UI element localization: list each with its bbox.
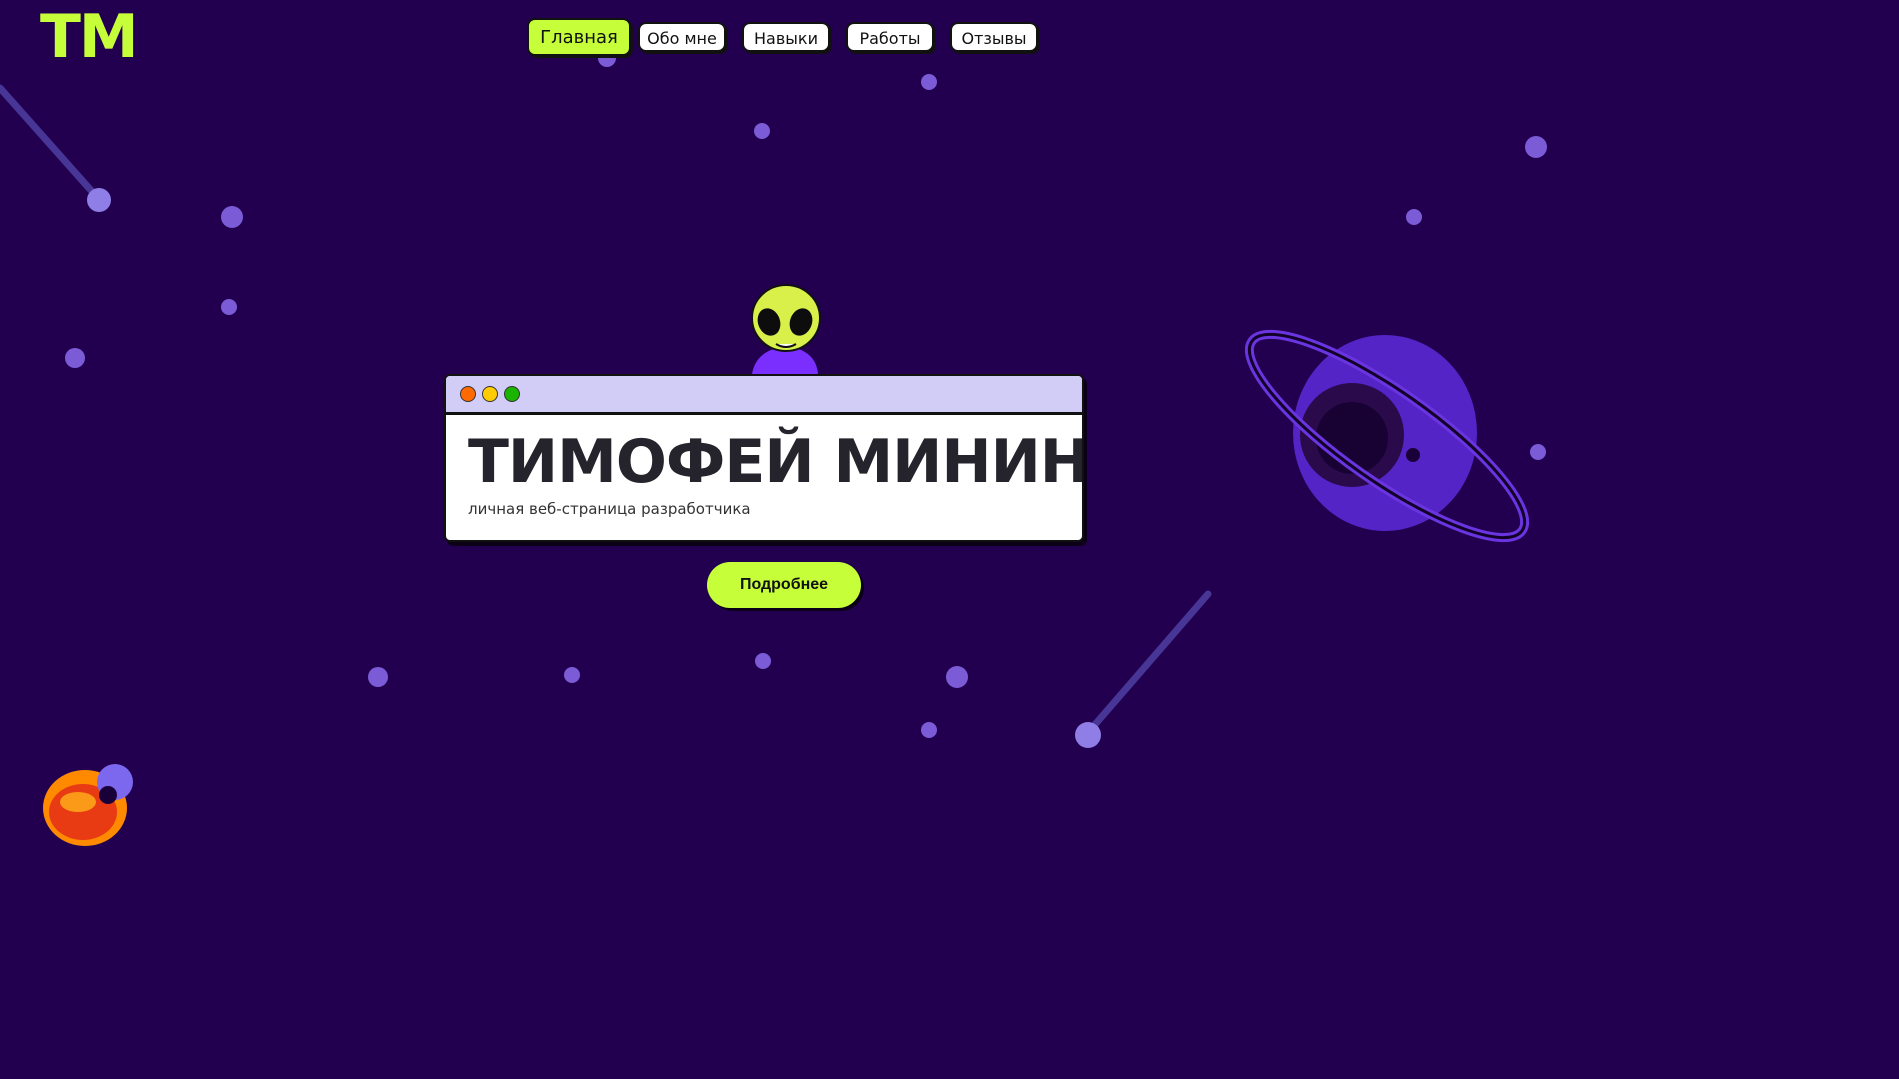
comet-icon <box>1075 590 1212 748</box>
close-dot-icon <box>460 386 476 402</box>
nav-item-works[interactable]: Работы <box>846 22 934 52</box>
hero-title: ТИМОФЕЙ МИНИН <box>468 427 1084 497</box>
comet-icon <box>0 84 111 212</box>
hero-scene: ТМ Главная Обо мне Навыки Работы Отзывы … <box>0 0 1568 891</box>
hero-subtitle: личная веб-страница разработчика <box>468 500 751 518</box>
nav-item-skills[interactable]: Навыки <box>742 22 830 52</box>
minimize-dot-icon <box>482 386 498 402</box>
nav-item-home[interactable]: Главная <box>527 18 631 56</box>
nav-item-about[interactable]: Обо мне <box>638 22 726 52</box>
ringed-planet-icon <box>1244 329 1530 543</box>
main-nav: Главная Обо мне Навыки Работы Отзывы <box>0 0 1568 60</box>
hero-window: ТИМОФЕЙ МИНИН личная веб-страница разраб… <box>444 374 1084 542</box>
more-button[interactable]: Подробнее <box>707 562 861 608</box>
nav-item-reviews[interactable]: Отзывы <box>950 22 1038 52</box>
alien-mascot-icon <box>751 284 821 374</box>
maximize-dot-icon <box>504 386 520 402</box>
lava-planet-icon <box>43 764 133 846</box>
window-title-bar <box>446 376 1082 415</box>
